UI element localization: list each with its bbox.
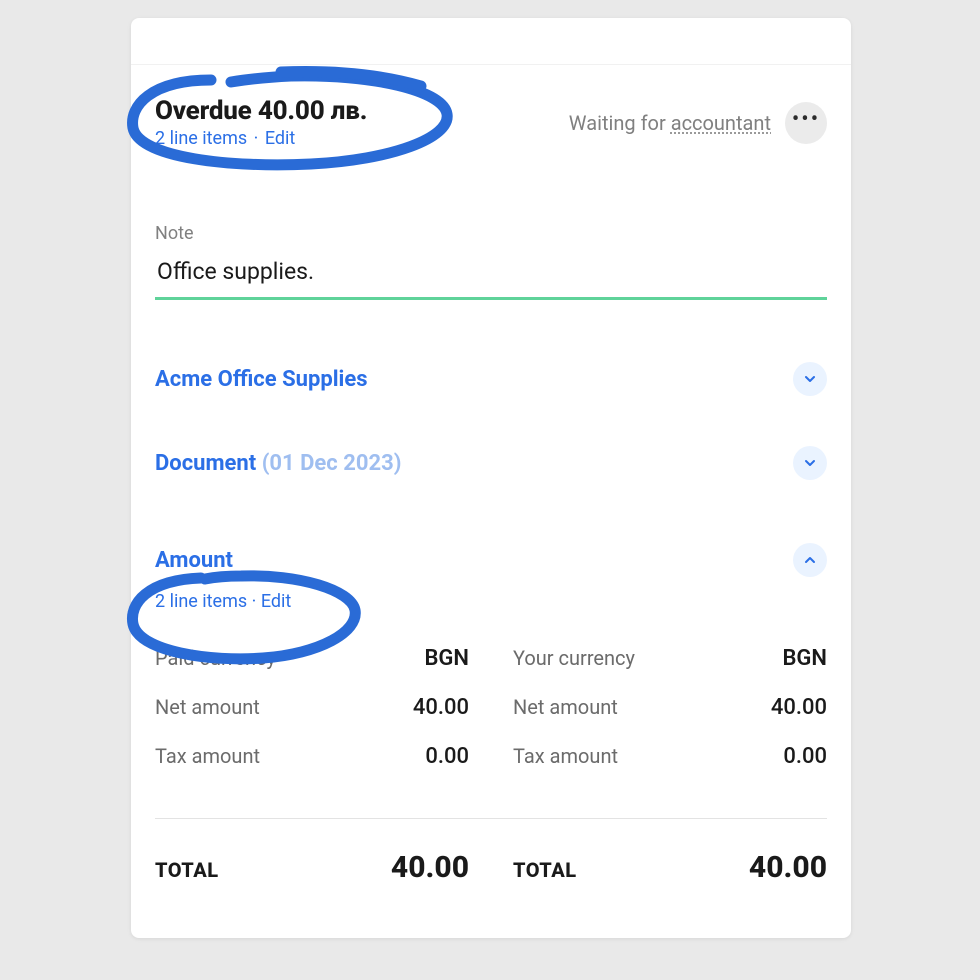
your-net-row: Net amount 40.00 [513,695,827,720]
amount-header[interactable]: Amount [155,543,827,577]
line-items-count[interactable]: 2 line items [155,128,247,149]
total-your: TOTAL 40.00 [513,850,827,885]
card-header: Overdue 40.00 лв. 2 line items · Edit Wa… [155,96,827,149]
divider [155,818,827,819]
header-right: Waiting for accountant ••• [569,102,827,144]
total-paid-value: 40.00 [391,850,469,885]
header-subline: 2 line items · Edit [155,128,367,149]
your-tax-value: 0.00 [783,744,827,769]
note-label: Note [155,223,827,244]
more-button[interactable]: ••• [785,102,827,144]
your-currency-value: BGN [782,646,827,671]
note-input[interactable]: Office supplies. [155,254,827,300]
total-row: TOTAL 40.00 TOTAL 40.00 [155,850,827,885]
total-paid: TOTAL 40.00 [155,850,469,885]
amount-col-your: Your currency BGN Net amount 40.00 Tax a… [513,646,827,793]
paid-tax-row: Tax amount 0.00 [155,744,469,769]
section-supplier[interactable]: Acme Office Supplies [155,362,827,396]
paid-tax-value: 0.00 [425,744,469,769]
overdue-amount: Overdue 40.00 лв. [155,96,367,126]
document-date: (01 Dec 2023) [262,451,402,476]
paid-net-value: 40.00 [413,695,469,720]
section-document[interactable]: Document (01 Dec 2023) [155,446,827,480]
total-your-value: 40.00 [749,850,827,885]
paid-net-row: Net amount 40.00 [155,695,469,720]
edit-link[interactable]: Edit [265,128,295,149]
header-left: Overdue 40.00 лв. 2 line items · Edit [155,96,367,149]
your-currency-label: Your currency [513,646,635,670]
document-title: Document (01 Dec 2023) [155,451,401,476]
total-paid-label: TOTAL [155,858,219,882]
total-your-label: TOTAL [513,858,577,882]
supplier-title: Acme Office Supplies [155,367,368,392]
separator-dot: · [252,591,261,612]
separator-dot: · [252,128,265,149]
paid-currency-row: Paid currency BGN [155,646,469,671]
amount-line-items[interactable]: 2 line items [155,591,247,612]
your-net-value: 40.00 [771,695,827,720]
amount-col-paid: Paid currency BGN Net amount 40.00 Tax a… [155,646,469,793]
paid-currency-label: Paid currency [155,646,276,670]
paid-tax-label: Tax amount [155,744,260,768]
note-block: Note Office supplies. [155,223,827,300]
chevron-up-icon[interactable] [793,543,827,577]
your-net-label: Net amount [513,695,618,719]
paid-currency-value: BGN [424,646,469,671]
chevron-down-icon[interactable] [793,446,827,480]
waiting-role-link[interactable]: accountant [671,111,771,135]
amount-title-text: Amount [155,548,233,573]
ellipsis-icon: ••• [792,109,820,131]
your-tax-row: Tax amount 0.00 [513,744,827,769]
amount-columns: Paid currency BGN Net amount 40.00 Tax a… [155,646,827,793]
waiting-prefix: Waiting for [569,111,671,135]
detail-card: Overdue 40.00 лв. 2 line items · Edit Wa… [131,18,851,938]
chevron-down-icon[interactable] [793,362,827,396]
your-tax-label: Tax amount [513,744,618,768]
waiting-status: Waiting for accountant [569,111,771,135]
amount-subline: 2 line items · Edit [155,591,827,612]
section-amount: Amount 2 line items · Edit Paid currency… [155,543,827,793]
document-label: Document [155,451,256,476]
paid-net-label: Net amount [155,695,260,719]
amount-edit-link[interactable]: Edit [261,591,291,612]
your-currency-row: Your currency BGN [513,646,827,671]
